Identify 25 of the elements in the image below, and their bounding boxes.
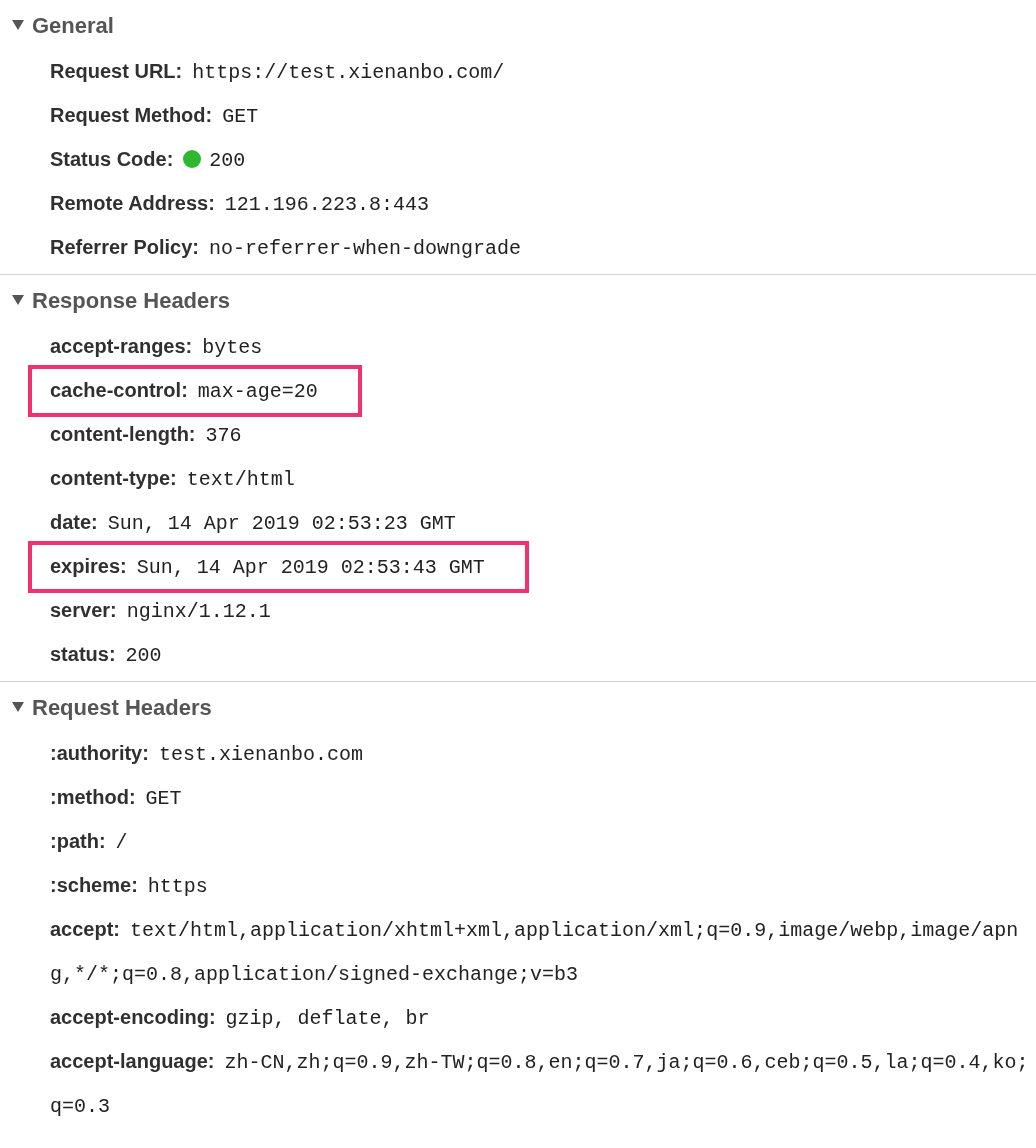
header-row-text: :scheme: https: [50, 873, 209, 900]
header-row-text: content-type: text/html: [50, 466, 296, 493]
header-row-text: cache-control: max-age=20: [50, 378, 318, 405]
header-row-text: date: Sun, 14 Apr 2019 02:53:23 GMT: [50, 510, 457, 537]
header-row-text: accept-ranges: bytes: [50, 334, 264, 361]
header-row-text: status: 200: [50, 642, 163, 669]
header-row-text: expires: Sun, 14 Apr 2019 02:53:43 GMT: [50, 554, 485, 581]
triangle-icon[interactable]: [12, 702, 24, 712]
header-row-text: accept-encoding: gzip, deflate, br: [50, 1005, 431, 1032]
header-row-text: Request Method: GET: [50, 103, 260, 130]
header-row-text: server: nginx/1.12.1: [50, 598, 272, 625]
header-row-text: Referrer Policy: no-referrer-when-downgrade: [50, 235, 523, 262]
section-title[interactable]: Response Headers: [32, 283, 231, 317]
triangle-icon[interactable]: [12, 295, 24, 305]
section-title[interactable]: Request Headers: [32, 690, 212, 724]
header-row-text: content-length: 376: [50, 422, 243, 449]
section-title[interactable]: General: [32, 8, 114, 42]
header-row-text: :path: /: [50, 829, 129, 856]
header-row-text: Request URL: https://test.xienanbo.com/: [50, 59, 506, 86]
header-row-text: Remote Address: 121.196.223.8:443: [50, 191, 430, 218]
header-row-text: Status Code: 200: [50, 147, 247, 174]
header-row-text: :method: GET: [50, 785, 183, 812]
header-row-text: accept-language: zh-CN,zh;q=0.9,zh-TW;q=0.8,en;q=0.7,ja;q=0.6,ceb;q=0.5,la;q=0.4,ko;q=0.3: [50, 1049, 1030, 1120]
header-row-text: :authority: test.xienanbo.com: [50, 741, 364, 768]
triangle-icon[interactable]: [12, 20, 24, 30]
